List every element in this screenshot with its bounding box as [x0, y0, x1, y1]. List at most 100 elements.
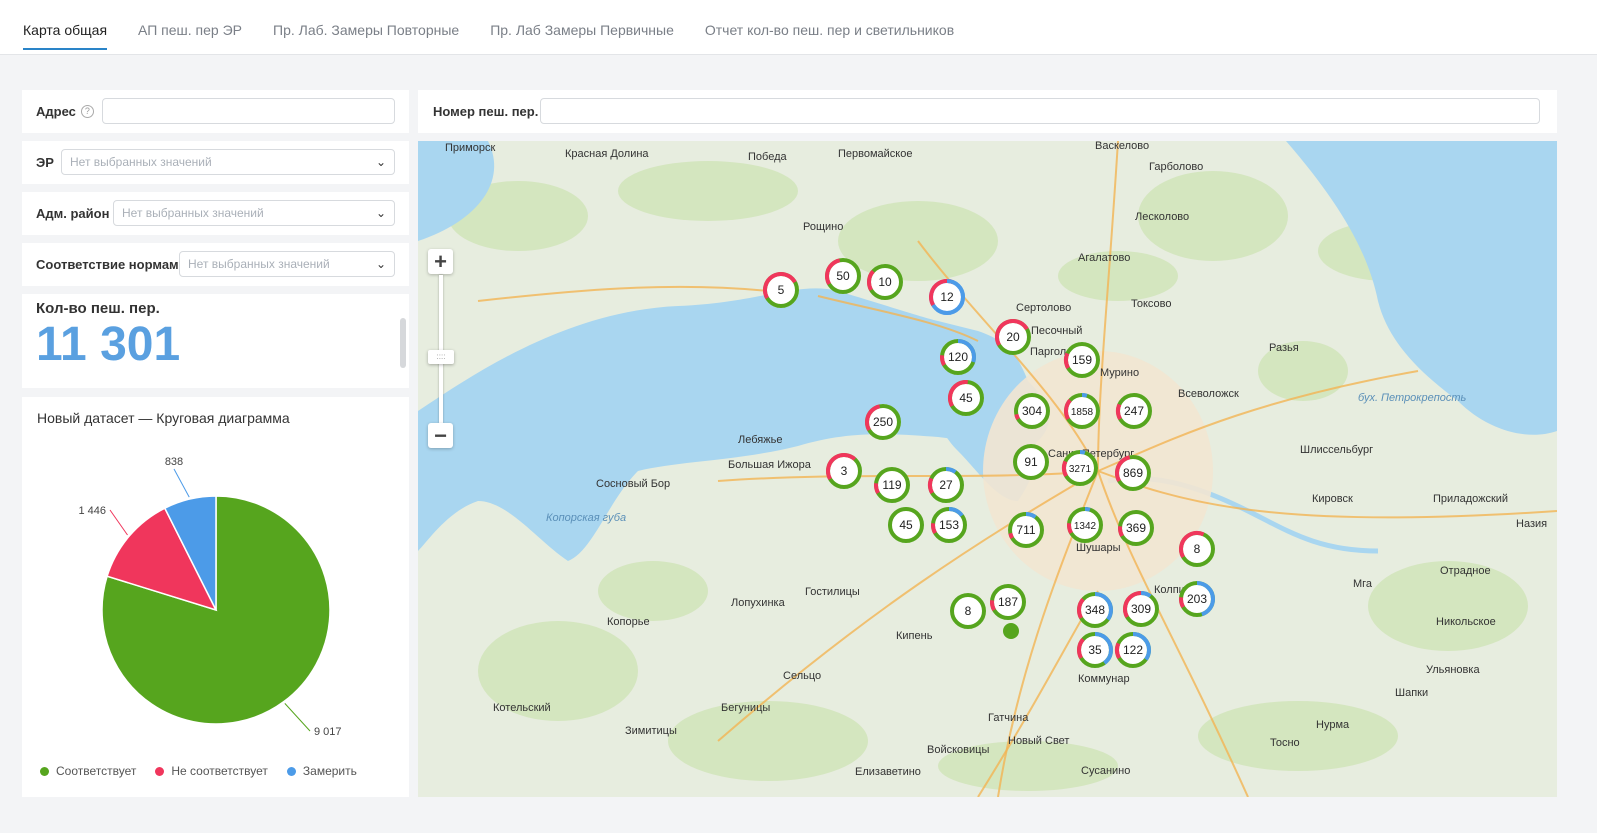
zoom-in-button[interactable]: +	[428, 249, 453, 274]
map-cluster-label: 369	[1126, 521, 1146, 535]
map-cluster-label: 1342	[1074, 521, 1097, 532]
map-cluster-label: 119	[882, 478, 901, 492]
map-cluster-label: 91	[1024, 455, 1038, 469]
district-select[interactable]: Нет выбранных значений ⌄	[113, 200, 395, 226]
map-cluster-label: 10	[878, 275, 892, 289]
kpi-card: Кол-во пеш. пер. 11 301	[22, 294, 409, 388]
map-place-label: Назия	[1516, 518, 1547, 530]
map-cluster-label: 8	[965, 604, 972, 618]
map-cluster-label: 45	[899, 518, 913, 532]
map-place-label: Копорье	[607, 616, 650, 628]
map-place-label: Лебяжье	[738, 434, 782, 446]
map-cluster-label: 50	[836, 269, 850, 283]
legend-item-measure[interactable]: Замерить	[286, 764, 357, 778]
district-select-placeholder: Нет выбранных значений	[122, 206, 264, 220]
map-cluster-label: 120	[948, 350, 968, 364]
map-place-label: Мга	[1353, 578, 1373, 590]
legend-dot	[40, 766, 49, 776]
map-place-label: Гатчина	[988, 712, 1029, 724]
map-cluster[interactable]: 45	[888, 507, 924, 543]
er-label: ЭР	[36, 155, 54, 170]
pie-data-label: 1 446	[78, 505, 106, 517]
zoom-out-button[interactable]: −	[428, 423, 453, 448]
legend-label: Не соответствует	[171, 764, 268, 778]
zoom-slider-track[interactable]	[439, 275, 443, 423]
kpi-value: 11 301	[36, 318, 181, 371]
legend-label: Замерить	[302, 764, 357, 778]
map-cluster-label: 45	[959, 391, 973, 405]
map-place-label: Токсово	[1131, 298, 1172, 310]
pie-title: Новый датасет — Круговая диаграмма	[37, 410, 290, 426]
map-cluster[interactable]: 91	[1013, 444, 1049, 480]
tab-bar: Карта общая АП пеш. пер ЭР Пр. Лаб. Заме…	[0, 0, 1597, 55]
crossing-number-input[interactable]	[540, 98, 1540, 124]
er-select-placeholder: Нет выбранных значений	[70, 155, 212, 169]
map-forest	[618, 161, 798, 221]
pie-card: Новый датасет — Круговая диаграмма 9 017…	[22, 397, 409, 797]
tab-lab-repeated[interactable]: Пр. Лаб. Замеры Повторные	[273, 22, 459, 50]
district-label: Адм. район	[36, 206, 110, 221]
kpi-scrollbar[interactable]	[400, 318, 406, 368]
district-filter: Адм. район Нет выбранных значений ⌄	[22, 192, 409, 235]
map-place-label: Сертолово	[1016, 302, 1071, 314]
map-place-label: Отрадное	[1440, 565, 1491, 577]
tab-report[interactable]: Отчет кол-во пеш. пер и светильников	[705, 22, 954, 50]
map-cluster-label: 35	[1088, 643, 1102, 657]
map-place-label: Шапки	[1395, 687, 1428, 699]
map-place-label: Приморск	[445, 142, 495, 154]
tab-ap-er[interactable]: АП пеш. пер ЭР	[138, 22, 242, 50]
map[interactable]: Приморск Красная Долина Победа Первомайское…	[418, 141, 1557, 797]
map-cluster-label: 187	[998, 595, 1018, 609]
map-place-label: Песочный	[1031, 325, 1082, 337]
map-cluster-label: 250	[873, 415, 893, 429]
map-cluster-label: 711	[1016, 523, 1035, 537]
map-cluster-label: 20	[1006, 330, 1020, 344]
legend-label: Соответствует	[56, 764, 137, 778]
zoom-slider-handle[interactable]: ::::	[428, 350, 454, 364]
map-cluster[interactable]: 8	[950, 593, 986, 629]
map-place-label: Первомайское	[838, 148, 912, 160]
map-point[interactable]	[1003, 623, 1019, 639]
map-cluster-label: 348	[1085, 603, 1105, 617]
map-place-label: Елизаветино	[855, 766, 921, 778]
map-cluster-label: 309	[1131, 602, 1151, 616]
map-cluster-label: 8	[1194, 542, 1201, 556]
legend-item-noncompliant[interactable]: Не соответствует	[155, 764, 268, 778]
map-cluster-label: 153	[939, 518, 959, 532]
map-place-label: Агалатово	[1078, 252, 1130, 264]
map-place-label: Сельцо	[783, 670, 821, 682]
map-place-label: Копорская губа	[546, 512, 626, 524]
map-place-label: Лопухинка	[731, 597, 786, 609]
map-place-label: Всеволожск	[1178, 388, 1239, 400]
map-canvas[interactable]: Приморск Красная Долина Победа Первомайское…	[418, 141, 1557, 797]
compliance-select[interactable]: Нет выбранных значений ⌄	[179, 251, 395, 277]
tab-lab-primary[interactable]: Пр. Лаб Замеры Первичные	[490, 22, 674, 50]
map-place-label: Коммунар	[1078, 673, 1130, 685]
address-filter: Адрес ?	[22, 90, 409, 133]
compliance-filter: Соответствие нормам Нет выбранных значен…	[22, 243, 409, 286]
map-cluster-label: 203	[1187, 592, 1207, 606]
map-cluster-label: 1858	[1071, 407, 1094, 418]
er-filter: ЭР Нет выбранных значений ⌄	[22, 141, 409, 184]
pie-data-label: 838	[165, 456, 183, 468]
compliance-select-placeholder: Нет выбранных значений	[188, 257, 330, 271]
pie-data-label: 9 017	[314, 726, 342, 738]
crossing-number-label: Номер пеш. пер.	[433, 104, 539, 119]
map-place-label: Никольское	[1436, 616, 1496, 628]
map-place-label: Тосно	[1270, 737, 1300, 749]
map-cluster-label: 869	[1123, 466, 1143, 480]
map-place-label: Шлиссельбург	[1300, 444, 1373, 456]
crossing-number-filter: Номер пеш. пер.	[418, 90, 1557, 133]
address-input[interactable]	[102, 98, 395, 124]
pie-leader-line	[284, 703, 311, 732]
map-place-label: Шушары	[1076, 542, 1121, 554]
help-icon[interactable]: ?	[80, 105, 94, 118]
tab-map-general[interactable]: Карта общая	[23, 22, 108, 50]
map-place-label: Мурино	[1100, 367, 1139, 379]
kpi-title: Кол-во пеш. пер.	[36, 300, 160, 317]
map-place-label: Войсковицы	[927, 744, 989, 756]
map-place-label: Котельский	[493, 702, 551, 714]
er-select[interactable]: Нет выбранных значений ⌄	[61, 149, 395, 175]
legend-item-compliant[interactable]: Соответствует	[40, 764, 136, 778]
legend-dot	[286, 766, 296, 776]
